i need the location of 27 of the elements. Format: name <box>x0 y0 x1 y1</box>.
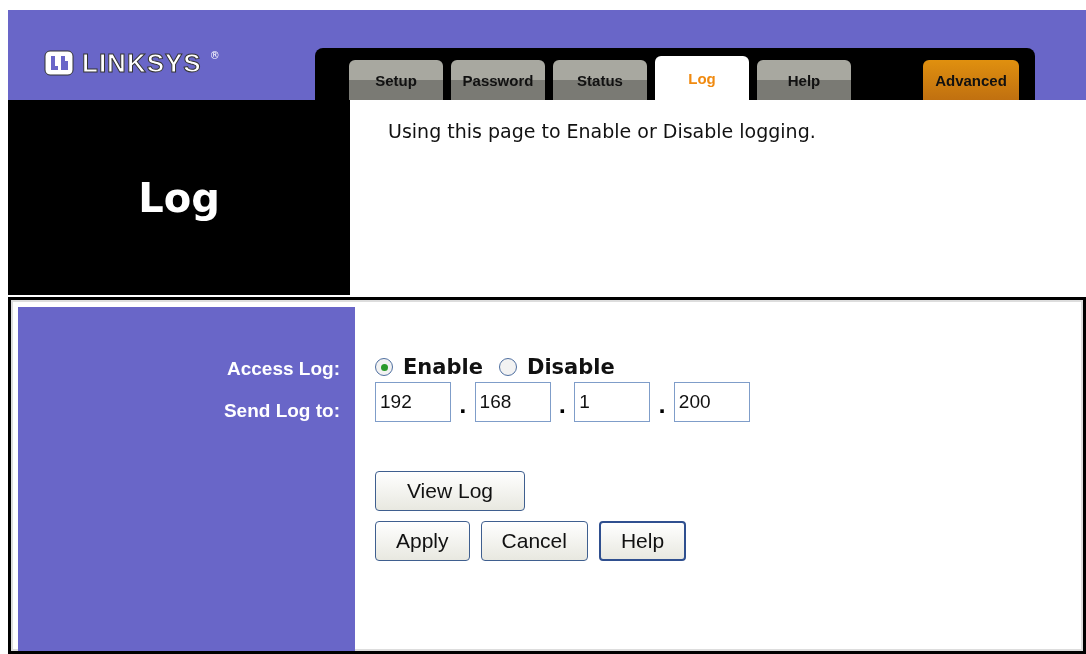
field-label: Send Log to: <box>223 400 340 422</box>
nav-tab[interactable]: Password <box>451 60 545 100</box>
action-button[interactable]: Apply <box>375 521 470 561</box>
ip-separator: . <box>459 394 467 420</box>
field-label: Access Log: <box>227 358 340 380</box>
nav-tab[interactable]: Status <box>553 60 647 100</box>
nav-tab[interactable]: Setup <box>349 60 443 100</box>
radio-button[interactable] <box>498 358 517 376</box>
action-button[interactable]: Cancel <box>480 521 588 561</box>
ip-octet-field[interactable]: 1 <box>574 382 651 422</box>
logo-icon <box>44 50 74 76</box>
nav-tab[interactable]: Help <box>757 60 851 100</box>
page-description: Using this page to Enable or Disable logging. <box>388 120 816 142</box>
ip-octet-field[interactable]: 192 <box>375 382 451 422</box>
action-button[interactable]: Help <box>598 521 687 561</box>
ip-octet-field[interactable]: 200 <box>673 382 750 422</box>
nav-tab[interactable]: Advanced <box>923 60 1019 100</box>
ip-separator: . <box>558 394 567 420</box>
ip-octet-field[interactable]: 168 <box>474 382 551 422</box>
radio-label: Disable <box>526 355 615 379</box>
radio-label: Enable <box>403 355 483 379</box>
ip-separator: . <box>658 394 666 420</box>
radio-button[interactable] <box>375 358 393 376</box>
page-title: Log <box>138 174 220 221</box>
view-log-button[interactable]: View Log <box>375 471 525 511</box>
logo-text: LINKSYS <box>82 50 202 76</box>
registered-mark: ® <box>209 50 220 61</box>
